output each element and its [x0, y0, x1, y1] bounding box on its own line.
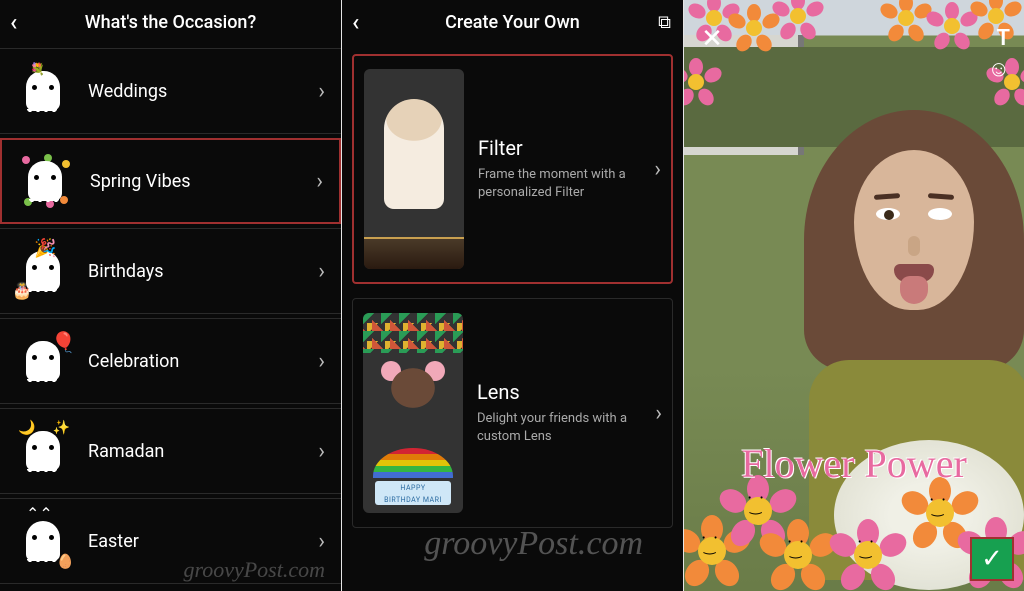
- check-icon: ✓: [981, 544, 1003, 574]
- flower-icon: [764, 521, 832, 589]
- flower-icon: [684, 60, 718, 104]
- filter-preview-icon: [364, 69, 464, 269]
- ghost-icon: [18, 154, 72, 208]
- ghost-icon: 🎉 🎂: [16, 244, 70, 298]
- occasion-item-spring-vibes[interactable]: Spring Vibes ›: [0, 138, 341, 224]
- back-icon[interactable]: ‹: [10, 10, 17, 34]
- occasion-label: Easter: [88, 531, 318, 552]
- flower-icon: [834, 521, 902, 589]
- occasion-item-weddings[interactable]: 💐 Weddings ›: [0, 48, 341, 134]
- create-title: Create Your Own: [445, 12, 580, 33]
- occasion-item-celebration[interactable]: 🎈 Celebration ›: [0, 318, 341, 404]
- ghost-icon: ⌃⌃ 🥚: [16, 514, 70, 568]
- occasion-label: Ramadan: [88, 441, 318, 462]
- back-icon[interactable]: ‹: [352, 10, 359, 34]
- filter-overlay-text: Flower Power: [684, 445, 1024, 483]
- chevron-right-icon: ›: [654, 157, 661, 182]
- flower-icon: [776, 0, 820, 38]
- occasion-item-easter[interactable]: ⌃⌃ 🥚 Easter ›: [0, 498, 341, 584]
- card-title: Lens: [477, 380, 649, 404]
- flower-icon: [884, 0, 928, 40]
- chevron-right-icon: ›: [318, 79, 325, 104]
- chevron-right-icon: ›: [318, 529, 325, 554]
- text-tool-icon[interactable]: T: [996, 26, 1010, 51]
- create-card-filter[interactable]: Filter Frame the moment with a personali…: [352, 54, 673, 284]
- card-title: Filter: [478, 136, 648, 160]
- occasion-label: Weddings: [88, 81, 318, 102]
- chevron-right-icon: ›: [655, 401, 662, 426]
- lens-preview-icon: HAPPYBIRTHDAY MARI: [363, 313, 463, 513]
- ghost-icon: 🎈: [16, 334, 70, 388]
- create-card-list: Filter Frame the moment with a personali…: [342, 44, 683, 538]
- confirm-button[interactable]: ✓: [970, 537, 1014, 581]
- ghost-icon: 🌙 ✨: [16, 424, 70, 478]
- occasion-list: 💐 Weddings › Spring Vibes ›: [0, 44, 341, 584]
- occasion-label: Birthdays: [88, 261, 318, 282]
- occasion-panel: ‹ What's the Occasion? 💐 Weddings ›: [0, 0, 341, 591]
- create-header: ‹ Create Your Own ⧉: [342, 0, 683, 44]
- occasion-item-ramadan[interactable]: 🌙 ✨ Ramadan ›: [0, 408, 341, 494]
- chevron-right-icon: ›: [318, 259, 325, 284]
- create-panel: ‹ Create Your Own ⧉ Filter Frame the mom…: [342, 0, 683, 591]
- chevron-right-icon: ›: [318, 439, 325, 464]
- close-icon[interactable]: ✕: [698, 26, 726, 54]
- chevron-right-icon: ›: [316, 169, 323, 194]
- card-info: Lens Delight your friends with a custom …: [477, 380, 649, 446]
- occasion-label: Celebration: [88, 351, 318, 372]
- create-card-lens[interactable]: HAPPYBIRTHDAY MARI Lens Delight your fri…: [352, 298, 673, 528]
- sticker-tool-icon[interactable]: ☺: [988, 56, 1010, 82]
- card-description: Frame the moment with a personalized Fil…: [478, 166, 648, 202]
- card-info: Filter Frame the moment with a personali…: [478, 136, 648, 202]
- occasion-item-birthdays[interactable]: 🎉 🎂 Birthdays ›: [0, 228, 341, 314]
- flower-icon: [732, 6, 776, 50]
- occasion-title: What's the Occasion?: [85, 12, 256, 33]
- filter-preview-panel: ✕ T ☺ Flower Power ✓: [684, 0, 1024, 591]
- card-description: Delight your friends with a custom Lens: [477, 410, 647, 446]
- occasion-label: Spring Vibes: [90, 171, 316, 192]
- copy-icon[interactable]: ⧉: [658, 12, 671, 33]
- chevron-right-icon: ›: [318, 349, 325, 374]
- occasion-header: ‹ What's the Occasion?: [0, 0, 341, 44]
- ghost-icon: 💐: [16, 64, 70, 118]
- flower-icon: [930, 4, 974, 48]
